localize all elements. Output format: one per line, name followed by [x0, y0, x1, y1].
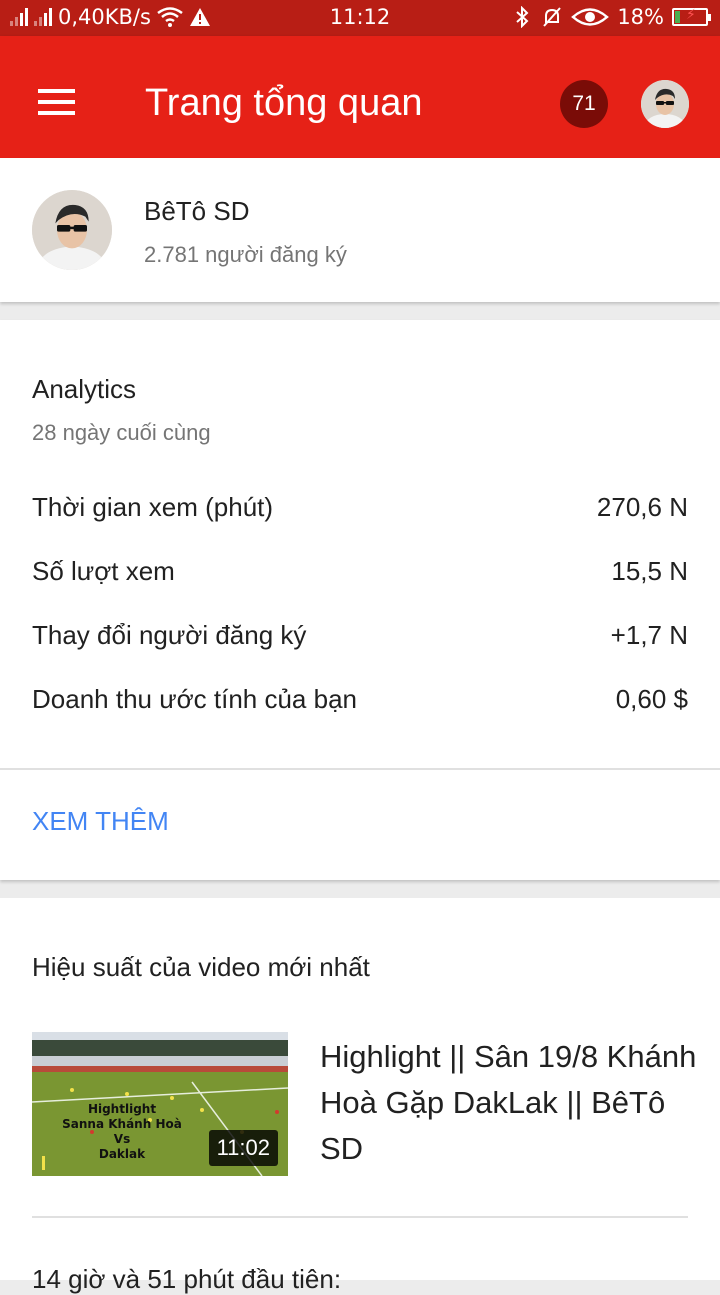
caption-line: Daklak	[98, 1147, 146, 1161]
analytics-period: 28 ngày cuối cùng	[32, 420, 211, 445]
see-more-button[interactable]: XEM THÊM	[32, 806, 169, 837]
divider	[32, 1216, 688, 1218]
metric-value: 15,5 N	[611, 556, 688, 586]
account-avatar[interactable]	[641, 80, 689, 128]
notification-badge[interactable]: 71	[560, 80, 608, 128]
caption-line: Vs	[113, 1132, 131, 1146]
metric-label: Thời gian xem (phút)	[32, 492, 274, 522]
metric-row: Doanh thu ước tính của bạn 0,60 $	[32, 684, 688, 724]
metric-value: 0,60 $	[615, 684, 688, 714]
channel-name: BêTô SD	[144, 196, 250, 226]
metric-row: Thay đổi người đăng ký +1,7 N	[32, 620, 688, 660]
metric-label: Số lượt xem	[32, 556, 175, 586]
video-duration: 11:02	[208, 1130, 278, 1166]
video-title[interactable]: Highlight || Sân 19/8 Khánh Hoà Gặp DakL…	[320, 1034, 700, 1172]
caption-line: Sanna Khánh Hoà	[62, 1117, 182, 1131]
battery-fill	[675, 11, 680, 23]
metric-value: 270,6 N	[596, 492, 688, 522]
channel-avatar[interactable]	[32, 190, 112, 270]
analytics-heading: Analytics	[32, 374, 137, 404]
divider	[0, 768, 720, 770]
app-bar: Trang tổng quan 71	[0, 36, 720, 158]
analytics-card: Analytics 28 ngày cuối cùng Thời gian xe…	[0, 320, 720, 880]
page-title: Trang tổng quan	[145, 82, 423, 124]
latest-video-heading: Hiệu suất của video mới nhất	[32, 952, 370, 982]
metric-value: +1,7 N	[610, 620, 688, 650]
subscriber-count: 2.781 người đăng ký	[144, 242, 347, 267]
metric-row: Số lượt xem 15,5 N	[32, 556, 688, 596]
metric-label: Doanh thu ước tính của bạn	[32, 684, 357, 714]
menu-icon[interactable]	[38, 89, 75, 115]
metric-row: Thời gian xem (phút) 270,6 N	[32, 492, 688, 532]
channel-card[interactable]: BêTô SD 2.781 người đăng ký	[0, 158, 720, 302]
charging-icon: ⚡	[686, 7, 696, 23]
eye-icon	[571, 8, 610, 26]
mute-bell-icon	[543, 7, 562, 27]
status-right: 18% ⚡	[511, 5, 711, 29]
metric-label: Thay đổi người đăng ký	[32, 620, 307, 650]
bluetooth-icon	[516, 6, 529, 28]
status-bar: 0,40KB/s 11:12 18% ⚡	[0, 0, 720, 36]
battery-percent: 18%	[617, 5, 664, 29]
video-thumbnail[interactable]: Hightlight Sanna Khánh Hoà Vs Daklak 11:…	[32, 1032, 288, 1176]
battery-icon: ⚡	[672, 7, 711, 26]
avatar-image	[641, 80, 689, 128]
avatar-image	[32, 190, 112, 270]
latest-video-card: Hiệu suất của video mới nhất Hightlight …	[0, 898, 720, 1294]
caption-line: Hightlight	[87, 1102, 157, 1116]
thumbnail-caption: Hightlight Sanna Khánh Hoà Vs Daklak	[32, 1102, 212, 1162]
